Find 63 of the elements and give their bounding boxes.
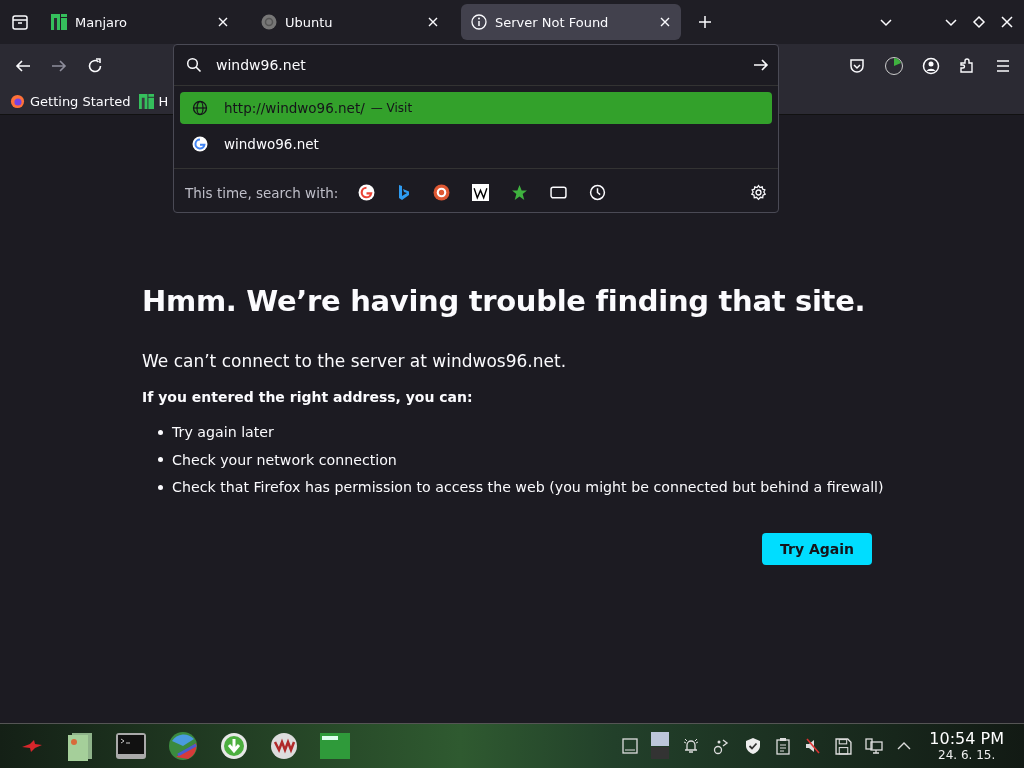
floppy-icon[interactable] bbox=[835, 737, 853, 755]
error-title: Hmm. We’re having trouble finding that site. bbox=[142, 283, 867, 320]
wired-network-icon[interactable] bbox=[865, 737, 884, 755]
try-again-button[interactable]: Try Again bbox=[762, 533, 872, 566]
puzzle-icon[interactable] bbox=[958, 57, 976, 75]
clock-time[interactable]: 10:54 PM bbox=[929, 731, 1004, 747]
info-icon bbox=[471, 14, 487, 30]
duck-icon[interactable] bbox=[433, 184, 451, 201]
progress-circle-icon[interactable] bbox=[884, 56, 904, 76]
bing-icon[interactable] bbox=[397, 184, 412, 201]
star-icon[interactable] bbox=[511, 184, 529, 201]
muted-speaker-icon[interactable] bbox=[804, 737, 823, 755]
account-icon[interactable] bbox=[922, 57, 940, 75]
globe-icon bbox=[192, 100, 208, 116]
reload-icon[interactable] bbox=[86, 57, 104, 75]
folder-icon[interactable] bbox=[320, 733, 350, 759]
square-icon[interactable] bbox=[622, 738, 639, 754]
history-icon[interactable] bbox=[589, 184, 607, 201]
search-with-label: This time, search with: bbox=[185, 184, 339, 201]
suggestion-item: Check your network connection bbox=[158, 446, 882, 474]
suggestion-item: Check that Firefox has permission to access the web (you might be connected but behind a firewall) bbox=[158, 473, 882, 502]
tab-title: Server Not Found bbox=[495, 14, 610, 30]
error-hint: If you entered the right address, you can: bbox=[142, 388, 474, 405]
manjaro-icon bbox=[51, 14, 67, 30]
firefox-icon bbox=[10, 93, 25, 109]
monitor-icon[interactable] bbox=[651, 732, 670, 760]
google-icon[interactable] bbox=[358, 184, 376, 201]
maximize-icon[interactable] bbox=[972, 15, 986, 29]
tab-title: Manjaro bbox=[75, 14, 128, 30]
wikipedia-icon[interactable] bbox=[472, 184, 490, 201]
bell-icon[interactable] bbox=[682, 737, 701, 755]
tab-icon[interactable] bbox=[550, 184, 568, 201]
new-tab-icon[interactable] bbox=[697, 14, 713, 30]
close-icon[interactable] bbox=[427, 16, 439, 28]
photo-stack-icon[interactable] bbox=[66, 731, 94, 761]
browser-tab[interactable]: Server Not Found bbox=[461, 4, 681, 40]
suggestion-row[interactable]: windwo96.net bbox=[180, 128, 772, 160]
globe-icon[interactable] bbox=[168, 731, 198, 761]
terminal-icon[interactable] bbox=[116, 733, 146, 759]
search-icon bbox=[186, 57, 202, 73]
browser-tab[interactable]: Ubuntu bbox=[251, 4, 449, 40]
circle-logo-icon bbox=[261, 14, 277, 30]
bookmark[interactable]: Getting Started bbox=[10, 93, 131, 109]
error-description: We can’t connect to the server at windwos96.net. bbox=[142, 350, 568, 371]
close-icon[interactable] bbox=[659, 16, 671, 28]
shield-icon[interactable] bbox=[744, 737, 763, 755]
suggestion-item: Try again later bbox=[158, 418, 882, 447]
tab-title: Ubuntu bbox=[285, 14, 334, 30]
google-icon bbox=[192, 136, 208, 152]
browser-tab[interactable]: Manjaro bbox=[41, 4, 239, 40]
clock-date[interactable]: 24. 6. 15. bbox=[938, 749, 996, 761]
suggestion-row[interactable]: http://windwo96.net/ — Visit bbox=[180, 92, 772, 124]
download-icon[interactable] bbox=[220, 732, 248, 760]
close-icon[interactable] bbox=[1000, 15, 1014, 29]
bookmark[interactable]: H bbox=[138, 93, 169, 109]
settings-icon[interactable] bbox=[750, 184, 767, 201]
manjaro-icon bbox=[138, 93, 154, 109]
tab-list-icon[interactable] bbox=[11, 13, 29, 31]
close-icon[interactable] bbox=[217, 16, 229, 28]
pocket-icon[interactable] bbox=[848, 57, 866, 75]
address-field[interactable]: windw96.net bbox=[174, 45, 778, 86]
clipboard-icon[interactable] bbox=[775, 737, 792, 755]
menu-icon[interactable] bbox=[994, 57, 1012, 75]
